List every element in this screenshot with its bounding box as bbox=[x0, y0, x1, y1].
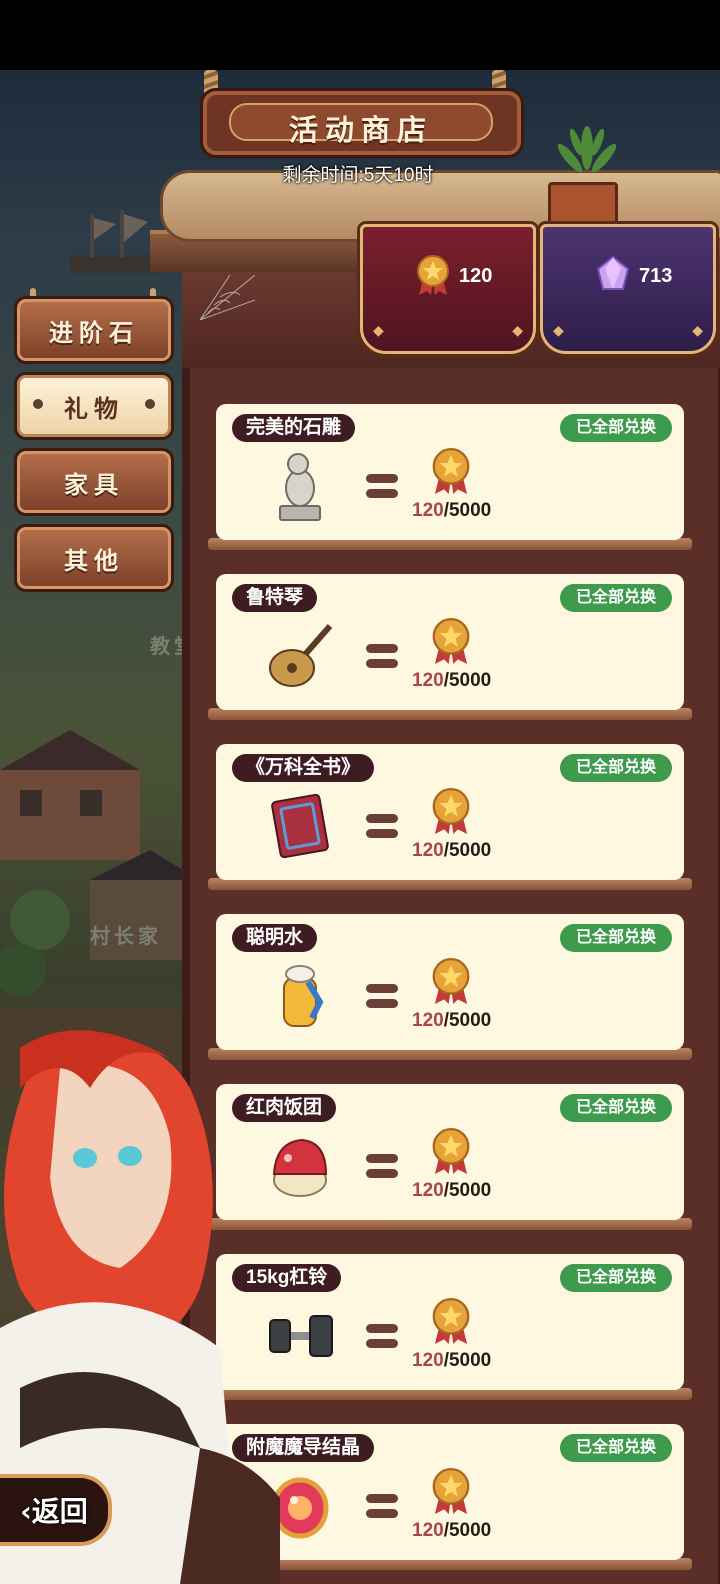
back-button-label: ‹返回 bbox=[0, 1490, 108, 1530]
shop-item-row[interactable]: 完美的石雕 已全部兑换 120/5000 bbox=[216, 404, 684, 540]
tab-label: 家具 bbox=[64, 471, 124, 499]
item-price: 120/5000 bbox=[412, 500, 491, 522]
shop-item-row[interactable]: 附魔魔导结晶 已全部兑换 120/5000 bbox=[216, 1424, 684, 1560]
item-name: 鲁特琴 bbox=[232, 584, 318, 612]
owned-count: 120 bbox=[412, 1010, 444, 1031]
medal-icon bbox=[417, 255, 449, 295]
item-price: 120/5000 bbox=[412, 670, 491, 692]
shop-item-row[interactable]: 《万科全书》 已全部兑换 120/5000 bbox=[216, 744, 684, 880]
flower-pot bbox=[548, 182, 618, 230]
tab-label: 进阶石 bbox=[49, 319, 139, 347]
medal-currency-panel: 120 ◆ ◆ bbox=[360, 224, 536, 354]
corner-ornament: ◆ bbox=[553, 322, 564, 338]
medal-icon bbox=[432, 1128, 470, 1174]
title-plate: 活动商店 bbox=[229, 103, 493, 147]
crystal-icon bbox=[596, 255, 630, 290]
corner-ornament: ◆ bbox=[512, 322, 523, 338]
medal-icon bbox=[432, 788, 470, 834]
owned-count: 120 bbox=[412, 500, 444, 521]
tab-advancement-stone[interactable]: 进阶石 bbox=[14, 296, 174, 364]
owned-count: 120 bbox=[412, 1350, 444, 1371]
item-price: 120/5000 bbox=[412, 1010, 491, 1032]
corner-ornament: ◆ bbox=[692, 322, 703, 338]
remaining-time: 剩余时间:5天10时 bbox=[282, 165, 434, 186]
corner-ornament: ◆ bbox=[373, 322, 384, 338]
back-text: 返回 bbox=[31, 1495, 88, 1528]
item-price: 120/5000 bbox=[412, 1180, 491, 1202]
potion-icon bbox=[283, 965, 324, 1027]
lute-icon bbox=[269, 624, 333, 687]
exchanged-badge: 已全部兑换 bbox=[559, 584, 672, 612]
owned-count: 120 bbox=[412, 670, 444, 691]
item-name: 《万科全书》 bbox=[232, 754, 375, 782]
item-name: 完美的石雕 bbox=[232, 414, 356, 442]
cobweb-icon bbox=[200, 275, 255, 320]
exchanged-badge: 已全部兑换 bbox=[559, 1264, 672, 1292]
crystal-currency-panel: 713 ◆ ◆ bbox=[540, 224, 716, 354]
item-price: 120/5000 bbox=[412, 1350, 491, 1372]
plant-icon bbox=[557, 126, 617, 173]
medal-icon bbox=[432, 618, 470, 664]
item-price: 120/5000 bbox=[412, 1520, 491, 1542]
exchanged-badge: 已全部兑换 bbox=[559, 414, 672, 442]
medal-count: 120 bbox=[459, 265, 493, 287]
required-count: 5000 bbox=[448, 840, 492, 861]
exchanged-badge: 已全部兑换 bbox=[559, 1434, 672, 1462]
equals-sign bbox=[366, 1324, 398, 1350]
tab-label: 其他 bbox=[64, 547, 124, 575]
item-name: 聪明水 bbox=[232, 924, 318, 952]
equals-sign bbox=[366, 1154, 398, 1180]
exchanged-badge: 已全部兑换 bbox=[559, 754, 672, 782]
owned-count: 120 bbox=[412, 1180, 444, 1201]
equals-sign bbox=[366, 644, 398, 670]
equals-sign bbox=[366, 814, 398, 840]
required-count: 5000 bbox=[448, 1010, 492, 1031]
tab-other[interactable]: 其他 bbox=[14, 524, 174, 592]
medal-icon bbox=[432, 958, 470, 1004]
required-count: 5000 bbox=[448, 500, 492, 521]
back-button[interactable]: ‹返回 bbox=[0, 1474, 112, 1546]
medal-icon bbox=[432, 1468, 470, 1514]
required-count: 5000 bbox=[448, 1180, 492, 1201]
rivet-icon bbox=[145, 399, 155, 409]
equals-sign bbox=[366, 474, 398, 500]
stone-statue-icon bbox=[279, 453, 321, 521]
game-scene: 教堂 村长家 活动商店 剩余时间:5天10时 120 ◆ ◆ 713 ◆ ◆ 进… bbox=[0, 70, 720, 1584]
book-icon bbox=[271, 793, 329, 859]
background-label-chief-house: 村长家 bbox=[90, 924, 162, 948]
equals-sign bbox=[366, 1494, 398, 1520]
medal-icon bbox=[432, 1298, 470, 1344]
crystal-count: 713 bbox=[639, 265, 673, 287]
tab-furniture[interactable]: 家具 bbox=[14, 448, 174, 516]
shop-item-row[interactable]: 鲁特琴 已全部兑换 120/5000 bbox=[216, 574, 684, 710]
exchanged-badge: 已全部兑换 bbox=[559, 924, 672, 952]
owned-count: 120 bbox=[412, 1520, 444, 1541]
equals-sign bbox=[366, 984, 398, 1010]
required-count: 5000 bbox=[448, 670, 492, 691]
shop-item-row[interactable]: 聪明水 已全部兑换 120/5000 bbox=[216, 914, 684, 1050]
tab-gift[interactable]: 礼物 bbox=[14, 372, 174, 440]
shop-title-sign: 活动商店 bbox=[200, 88, 524, 158]
exchanged-badge: 已全部兑换 bbox=[559, 1094, 672, 1122]
item-price: 120/5000 bbox=[412, 840, 491, 862]
page-title: 活动商店 bbox=[288, 113, 433, 147]
medal-icon bbox=[432, 448, 470, 494]
owned-count: 120 bbox=[412, 840, 444, 861]
required-count: 5000 bbox=[448, 1350, 492, 1371]
chevron-left-icon: ‹ bbox=[20, 1495, 32, 1528]
shop-item-row[interactable]: 15kg杠铃 已全部兑换 120/5000 bbox=[216, 1254, 684, 1390]
shop-item-row[interactable]: 红肉饭团 已全部兑换 120/5000 bbox=[216, 1084, 684, 1220]
required-count: 5000 bbox=[448, 1520, 492, 1541]
